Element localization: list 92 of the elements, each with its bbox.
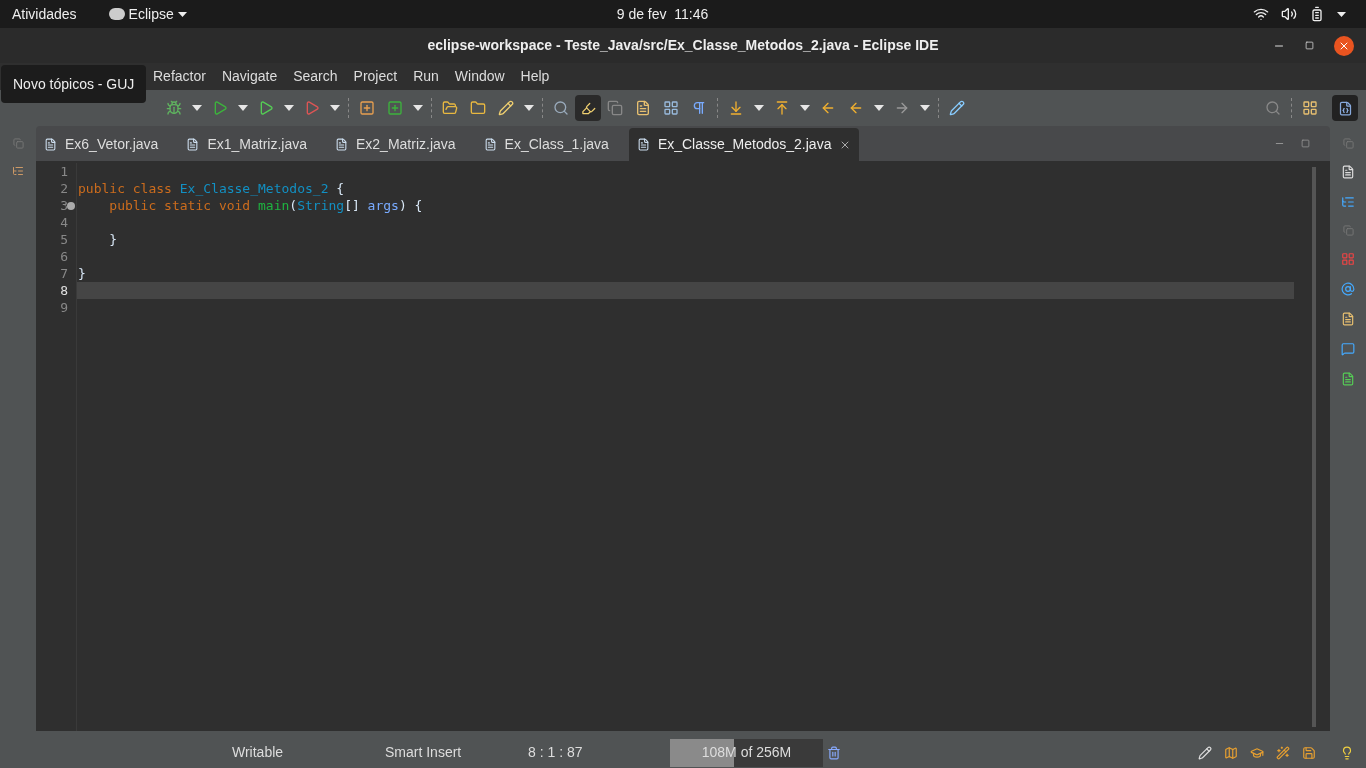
- copy-icon[interactable]: [607, 100, 623, 116]
- grid-icon[interactable]: [663, 100, 679, 116]
- map-icon[interactable]: [1224, 745, 1238, 760]
- clock[interactable]: 9 de fev 11:46: [616, 3, 709, 25]
- status-text: Smart Insert: [385, 743, 463, 762]
- java-file-icon: [335, 138, 348, 151]
- caret-icon: [177, 11, 187, 17]
- java-file-icon: [44, 138, 57, 151]
- folder-icon[interactable]: [470, 100, 486, 116]
- pilcrow-icon[interactable]: [691, 100, 707, 116]
- graduation-cap-icon[interactable]: [1250, 745, 1264, 760]
- console-icon[interactable]: [1341, 342, 1355, 356]
- menu-item[interactable]: Help: [512, 66, 558, 87]
- java-perspective-button[interactable]: [1332, 95, 1358, 121]
- editor-tab[interactable]: Ex6_Vetor.java: [36, 128, 167, 161]
- new-class-icon[interactable]: [387, 100, 403, 116]
- document-icon[interactable]: [1341, 165, 1355, 179]
- line-number: 8: [60, 281, 68, 300]
- volume-icon[interactable]: [1281, 6, 1297, 22]
- tooltip: Novo tópicos - GUJ: [1, 65, 147, 103]
- at-sign-icon[interactable]: [1341, 282, 1355, 296]
- dropdown-caret-icon[interactable]: [754, 105, 764, 111]
- close-button[interactable]: [1334, 35, 1354, 56]
- search-icon[interactable]: [553, 100, 569, 116]
- line-number: 1: [60, 162, 68, 181]
- dropdown-caret-icon[interactable]: [238, 105, 248, 111]
- down-arrow-icon[interactable]: [728, 100, 744, 116]
- editor-tab[interactable]: Ex_Class_1.java: [475, 128, 617, 161]
- cursor-position: 8 : 1 : 87: [528, 743, 584, 762]
- menu-item[interactable]: Navigate: [213, 66, 286, 87]
- dropdown-caret-icon[interactable]: [800, 105, 810, 111]
- dropdown-caret-icon[interactable]: [284, 105, 294, 111]
- dropdown-caret-icon[interactable]: [413, 105, 423, 111]
- maximize-icon[interactable]: [1301, 139, 1310, 148]
- menu-item[interactable]: Window: [446, 66, 513, 87]
- wifi-icon[interactable]: [1253, 6, 1269, 22]
- java-file-icon: [186, 138, 200, 151]
- dropdown-caret-icon[interactable]: [874, 105, 884, 111]
- menu-item[interactable]: Search: [285, 66, 346, 87]
- dropdown-caret-icon[interactable]: [330, 105, 340, 111]
- window-title: eclipse-workspace - Teste_Java/src/Ex_Classe_Metodos_2.java - Eclipse IDE: [427, 36, 939, 55]
- java-file-icon: [1337, 100, 1353, 116]
- debug-icon[interactable]: [166, 100, 182, 116]
- perspective-icon[interactable]: [1302, 100, 1318, 116]
- line-number: 4: [60, 213, 68, 232]
- eclipse-icon: [108, 8, 125, 20]
- line-number: 3: [60, 196, 68, 215]
- dropdown-caret-icon[interactable]: [192, 105, 202, 111]
- run-icon[interactable]: [304, 100, 320, 116]
- task-list-icon[interactable]: [1341, 195, 1355, 209]
- up-arrow-icon[interactable]: [774, 100, 790, 116]
- outline-icon[interactable]: [12, 165, 24, 177]
- app-menu[interactable]: Eclipse: [108, 3, 187, 25]
- folder-icon[interactable]: [442, 100, 458, 116]
- highlight-toggle[interactable]: [575, 95, 601, 121]
- menu-item[interactable]: Project: [345, 66, 406, 87]
- java-file-icon: [636, 138, 650, 151]
- new-package-icon[interactable]: [359, 100, 375, 116]
- code-editor[interactable]: 1 2 3 4 5 6 7 8 9 public class Ex_Classe_Metodos_2 { public static void main(String[] args) { } }: [36, 161, 1330, 731]
- declaration-icon[interactable]: [1341, 312, 1355, 326]
- status-text: Writable: [232, 743, 285, 762]
- run-icon[interactable]: [258, 100, 274, 116]
- wand-icon[interactable]: [1276, 745, 1290, 760]
- lightbulb-icon[interactable]: [1340, 745, 1354, 760]
- editor-tab[interactable]: Ex2_Matriz.java: [327, 128, 464, 161]
- caret-icon[interactable]: [1337, 11, 1346, 17]
- pencil-icon[interactable]: [498, 100, 514, 116]
- search-icon[interactable]: [1265, 100, 1281, 116]
- garbage-collect-icon[interactable]: [827, 745, 841, 760]
- java-file-icon: [483, 138, 497, 151]
- line-number: 6: [60, 247, 68, 266]
- progress-icon[interactable]: [1341, 372, 1355, 386]
- line-number: 9: [60, 298, 68, 317]
- document-icon[interactable]: [635, 100, 651, 116]
- editor-tab[interactable]: Ex1_Matriz.java: [178, 128, 315, 161]
- line-number: 5: [60, 230, 68, 249]
- line-number: 2: [60, 179, 68, 198]
- line-number: 7: [60, 264, 68, 283]
- editor-tab[interactable]: Ex_Classe_Metodos_2.java: [628, 128, 860, 161]
- fold-icon[interactable]: [67, 201, 75, 210]
- code-line: }: [108, 230, 118, 249]
- code-line: public static void main(String[] args) {: [108, 196, 423, 215]
- menu-item[interactable]: Refactor: [145, 66, 214, 87]
- run-icon[interactable]: [212, 100, 228, 116]
- dropdown-caret-icon[interactable]: [524, 105, 534, 111]
- dropdown-caret-icon[interactable]: [920, 105, 930, 111]
- highlighter-icon: [580, 100, 596, 116]
- code-line: }: [78, 264, 86, 283]
- code-line: public class Ex_Classe_Metodos_2 {: [78, 179, 345, 198]
- menu-item[interactable]: Run: [405, 66, 447, 87]
- battery-icon[interactable]: [1309, 6, 1325, 22]
- activities-button[interactable]: Atividades: [12, 3, 77, 25]
